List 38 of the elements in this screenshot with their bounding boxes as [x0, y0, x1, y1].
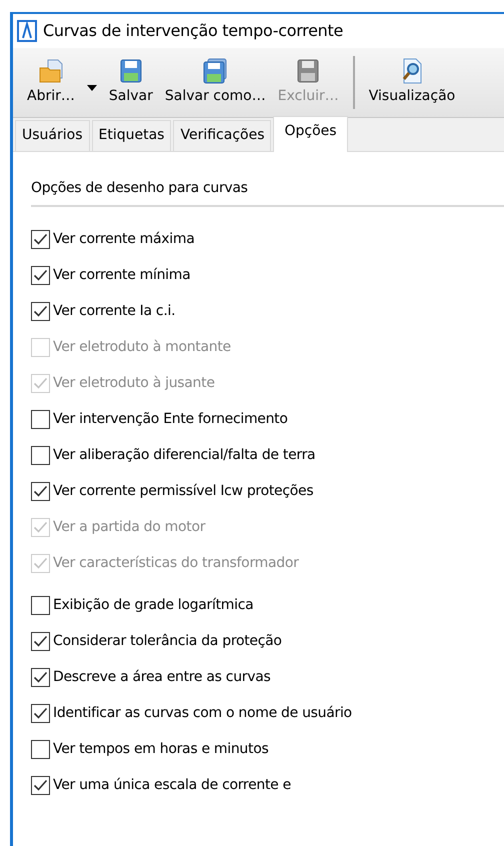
- toolbar-button[interactable]: Visualização: [362, 48, 462, 117]
- caret-icon: [86, 85, 97, 91]
- checkbox-label[interactable]: Ver uma única escala de corrente e: [53, 775, 291, 796]
- app-icon: [17, 20, 37, 42]
- checkbox[interactable]: [31, 740, 50, 759]
- tab[interactable]: Etiquetas: [92, 120, 172, 151]
- checkbox-label[interactable]: Ver aliberação diferencial/falta de terra: [53, 445, 316, 466]
- checkbox[interactable]: [31, 632, 50, 651]
- checkbox-label[interactable]: Identificar as curvas com o nome de usuário: [53, 703, 352, 724]
- window-title: Curvas de intervenção tempo-corrente: [43, 20, 344, 42]
- checkbox[interactable]: [31, 230, 50, 249]
- checkbox-label[interactable]: Ver tempos em horas e minutos: [53, 739, 268, 760]
- checkbox-label[interactable]: Ver corrente mínima: [53, 265, 190, 286]
- tab[interactable]: Opções: [273, 116, 348, 152]
- checkbox[interactable]: [31, 704, 50, 723]
- floppy-disks-icon: [202, 58, 228, 84]
- checkbox[interactable]: [31, 266, 50, 285]
- checkbox-label[interactable]: Descreve a área entre as curvas: [53, 667, 270, 688]
- checkbox[interactable]: [31, 482, 50, 501]
- checkbox-label[interactable]: Ver corrente permissível Icw proteções: [53, 481, 314, 502]
- checkbox-label[interactable]: Considerar tolerância da proteção: [53, 631, 282, 652]
- checkbox-label[interactable]: Exibição de grade logarítmica: [53, 595, 254, 616]
- checkbox[interactable]: [31, 302, 50, 321]
- checkbox[interactable]: [31, 776, 50, 795]
- folder-icon: [38, 58, 64, 84]
- tab[interactable]: Usuários: [15, 120, 90, 151]
- checkbox-label[interactable]: Ver corrente Ia c.i.: [53, 301, 176, 322]
- checkbox-label[interactable]: Ver intervenção Ente fornecimento: [53, 409, 288, 430]
- checkbox[interactable]: [31, 596, 50, 615]
- tab[interactable]: Verificações: [173, 120, 272, 151]
- toolbar-button[interactable]: Salvar como…: [158, 48, 272, 117]
- checkbox[interactable]: [31, 668, 50, 687]
- checkbox[interactable]: [31, 446, 50, 465]
- checkbox-label[interactable]: Ver corrente máxima: [53, 229, 194, 250]
- toolbar-button[interactable]: Abrir…: [21, 48, 81, 117]
- section-title: Opções de desenho para curvas: [31, 178, 504, 207]
- checkbox[interactable]: [31, 410, 50, 429]
- toolbar-button[interactable]: Salvar: [102, 48, 159, 117]
